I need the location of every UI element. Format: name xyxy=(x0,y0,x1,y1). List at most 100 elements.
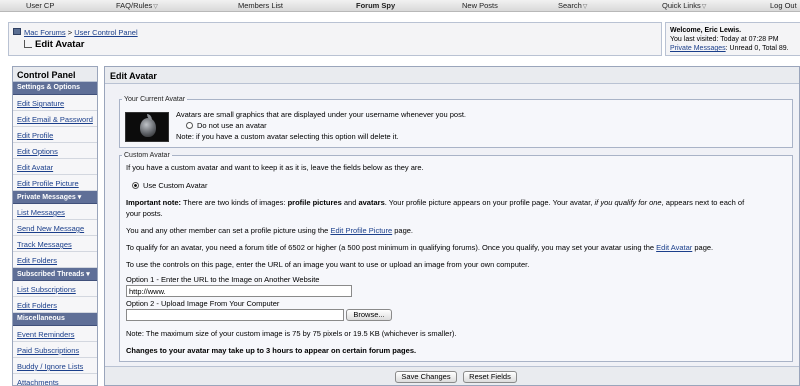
panel-content: Your Current Avatar Avatars are small gr… xyxy=(105,84,799,366)
nav-quick-links[interactable]: Quick Links▽ xyxy=(662,1,706,10)
sidebar-item-label: List Messages xyxy=(17,208,65,217)
nav-forum-spy[interactable]: Forum Spy xyxy=(356,1,395,10)
sidebar-item-label: Buddy / Ignore Lists xyxy=(17,362,84,371)
sidebar-item-label: Event Reminders xyxy=(17,330,75,339)
nav-user-cp[interactable]: User CP xyxy=(26,1,54,10)
no-avatar-radio[interactable] xyxy=(186,122,193,129)
important-text-c: , appears next to each of xyxy=(661,198,745,207)
sidebar-section-private-messages[interactable]: Private Messages ▾ xyxy=(13,191,97,204)
nav-faq-rules[interactable]: FAQ/Rules▽ xyxy=(116,1,158,10)
sidebar-section-miscellaneous[interactable]: Miscellaneous xyxy=(13,313,97,326)
control-panel-sidebar: Control Panel Settings & Options Edit Si… xyxy=(12,66,98,386)
important-text-a: There are two kinds of images: xyxy=(181,198,288,207)
sidebar-item-label: Send New Message xyxy=(17,224,85,233)
important-label: Important note: xyxy=(126,198,181,207)
sidebar-item-label: Edit Options xyxy=(17,147,58,156)
save-changes-button[interactable]: Save Changes xyxy=(395,371,457,383)
sidebar-item-label: Track Messages xyxy=(17,240,72,249)
apple-logo-icon xyxy=(140,118,156,137)
sidebar-item-edit-options[interactable]: Edit Options xyxy=(13,143,97,159)
qualify-text-b: page. xyxy=(692,243,714,252)
nav-log-out[interactable]: Log Out xyxy=(770,1,797,10)
breadcrumb-separator: > xyxy=(67,28,73,37)
forum-home-icon[interactable] xyxy=(13,28,21,35)
nav-search-label: Search xyxy=(558,1,582,10)
use-custom-radio[interactable] xyxy=(132,182,139,189)
and-text: and xyxy=(341,198,359,207)
sidebar-item-edit-subscription-folders[interactable]: Edit Folders xyxy=(13,297,97,313)
avatars-bold: avatars xyxy=(358,198,385,207)
form-actions: Save Changes Reset Fields xyxy=(105,366,799,385)
qualify-text-a: To qualify for an avatar, you need a for… xyxy=(126,243,657,252)
sidebar-item-paid-subscriptions[interactable]: Paid Subscriptions xyxy=(13,342,97,358)
current-avatar-fieldset: Your Current Avatar Avatars are small gr… xyxy=(119,96,793,148)
top-navbar: User CP FAQ/Rules▽ Members List Forum Sp… xyxy=(0,0,800,12)
sidebar-item-label: Edit Folders xyxy=(17,256,58,265)
sidebar-item-edit-signature[interactable]: Edit Signature xyxy=(13,95,97,111)
browse-button[interactable]: Browse... xyxy=(346,309,392,321)
pm-counts: : Unread 0, Total 89. xyxy=(725,45,789,52)
avatar-description: Avatars are small graphics that are disp… xyxy=(176,110,467,119)
sidebar-item-edit-email-password[interactable]: Edit Email & Password xyxy=(13,111,97,127)
edit-avatar-panel: Edit Avatar Your Current Avatar Avatars … xyxy=(104,66,800,386)
sidebar-item-event-reminders[interactable]: Event Reminders xyxy=(13,326,97,342)
changes-delay-note: Changes to your avatar may take up to 3 … xyxy=(126,346,417,355)
breadcrumb-user-control-panel[interactable]: User Control Panel xyxy=(74,28,137,37)
page-header: Mac Forums > User Control Panel Edit Ava… xyxy=(8,22,800,56)
sidebar-item-edit-profile-picture[interactable]: Edit Profile Picture xyxy=(13,175,97,191)
welcome-title: Welcome, Eric Lewis. xyxy=(670,27,742,34)
option1-label: Option 1 - Enter the URL to the Image on… xyxy=(126,275,320,284)
breadcrumb-mac-forums[interactable]: Mac Forums xyxy=(24,28,66,37)
no-avatar-note: Note: if you have a custom avatar select… xyxy=(176,132,399,141)
sidebar-section-settings[interactable]: Settings & Options xyxy=(13,82,97,95)
panel-title: Edit Avatar xyxy=(105,67,799,84)
custom-avatar-legend: Custom Avatar xyxy=(124,152,170,159)
last-visited: You last visited: Today at 07:28 PM xyxy=(670,36,779,43)
reset-fields-button[interactable]: Reset Fields xyxy=(463,371,517,383)
dropdown-icon: ▽ xyxy=(153,4,158,10)
sidebar-item-send-new-message[interactable]: Send New Message xyxy=(13,220,97,236)
private-messages-status: Private Messages: Unread 0, Total 89. xyxy=(670,44,800,53)
no-avatar-option[interactable]: Do not use an avatar xyxy=(186,121,267,130)
sidebar-item-label: Edit Profile Picture xyxy=(17,179,79,188)
avatar-url-input[interactable]: http://www. xyxy=(126,285,352,297)
sidebar-item-label: Paid Subscriptions xyxy=(17,346,80,355)
important-note-continued: your posts. xyxy=(126,209,163,218)
sidebar-item-edit-avatar[interactable]: Edit Avatar xyxy=(13,159,97,175)
qualify-italic: if you qualify for one xyxy=(594,198,662,207)
nav-members-list[interactable]: Members List xyxy=(238,1,283,10)
nav-search[interactable]: Search▽ xyxy=(558,1,587,10)
sidebar-item-label: List Subscriptions xyxy=(17,285,76,294)
sidebar-item-label: Edit Email & Password xyxy=(17,115,93,124)
qualify-info: To qualify for an avatar, you need a for… xyxy=(126,243,713,252)
important-note: Important note: There are two kinds of i… xyxy=(126,198,744,207)
sidebar-item-label: Edit Avatar xyxy=(17,163,54,172)
upload-file-input[interactable] xyxy=(126,309,344,321)
edit-avatar-link[interactable]: Edit Avatar xyxy=(656,243,692,252)
controls-info: To use the controls on this page, enter … xyxy=(126,260,530,269)
breadcrumb: Mac Forums > User Control Panel Edit Ava… xyxy=(8,22,662,56)
sidebar-item-track-messages[interactable]: Track Messages xyxy=(13,236,97,252)
nav-new-posts[interactable]: New Posts xyxy=(462,1,498,10)
sidebar-item-label: Edit Profile xyxy=(17,131,54,140)
nav-faq-rules-label: FAQ/Rules xyxy=(116,1,153,10)
sidebar-item-list-messages[interactable]: List Messages xyxy=(13,204,97,220)
sidebar-item-buddy-ignore-lists[interactable]: Buddy / Ignore Lists xyxy=(13,358,97,374)
private-messages-link[interactable]: Private Messages xyxy=(670,45,726,52)
profile-picture-info: You and any other member can set a profi… xyxy=(126,226,413,235)
no-avatar-label: Do not use an avatar xyxy=(197,121,267,130)
edit-profile-picture-link[interactable]: Edit Profile Picture xyxy=(330,226,392,235)
sidebar-item-attachments[interactable]: Attachments xyxy=(13,374,97,385)
use-custom-option[interactable]: Use Custom Avatar xyxy=(132,181,207,190)
use-custom-label: Use Custom Avatar xyxy=(143,181,208,190)
current-avatar-legend: Your Current Avatar xyxy=(124,96,186,103)
breadcrumb-arrow-icon xyxy=(24,40,32,48)
sidebar-item-list-subscriptions[interactable]: List Subscriptions xyxy=(13,281,97,297)
sidebar-section-subscribed-threads[interactable]: Subscribed Threads ▾ xyxy=(13,268,97,281)
custom-avatar-fieldset: Custom Avatar If you have a custom avata… xyxy=(119,152,793,362)
sidebar-item-edit-pm-folders[interactable]: Edit Folders xyxy=(13,252,97,268)
sidebar-item-edit-profile[interactable]: Edit Profile xyxy=(13,127,97,143)
dropdown-icon: ▽ xyxy=(701,4,707,10)
any-member-text-a: You and any other member can set a profi… xyxy=(126,226,331,235)
breadcrumb-links: Mac Forums > User Control Panel xyxy=(24,28,138,37)
